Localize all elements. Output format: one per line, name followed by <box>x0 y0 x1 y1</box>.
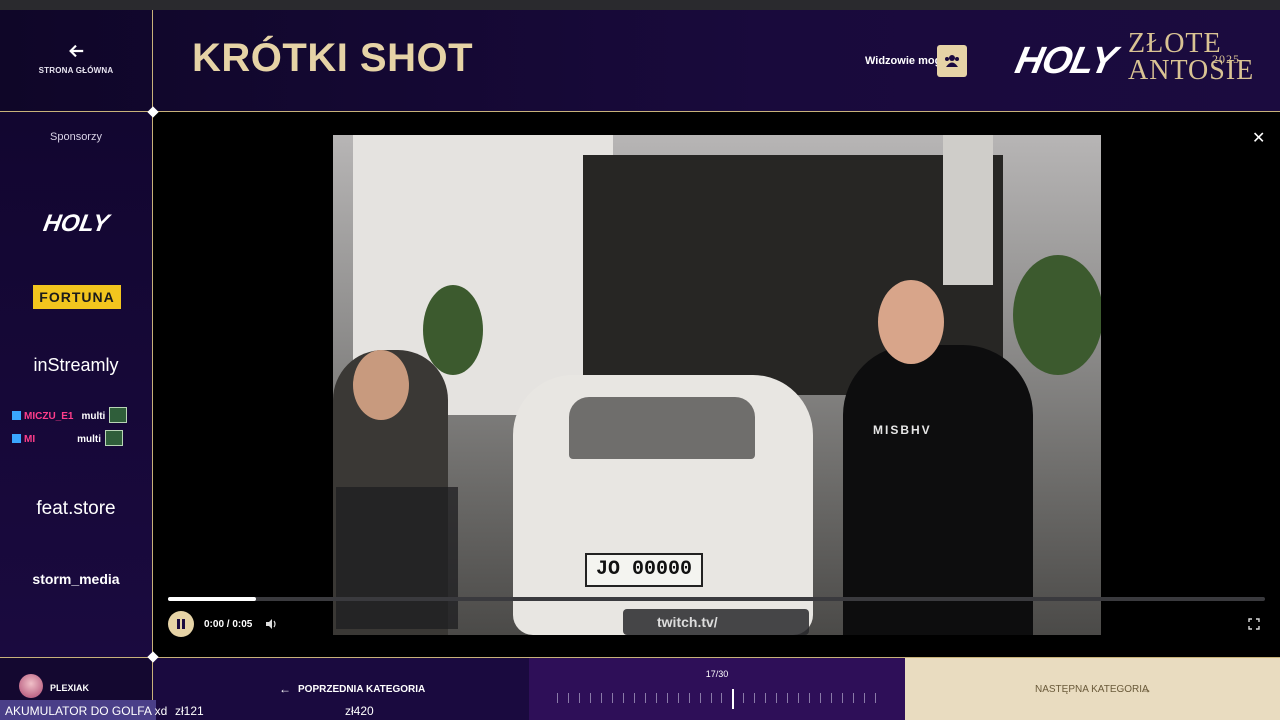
license-plate: JO 00000 <box>585 553 703 587</box>
category-tick[interactable] <box>644 693 646 703</box>
chat-user: MI <box>24 434 36 445</box>
category-tick[interactable] <box>776 693 778 703</box>
viewers-button[interactable] <box>937 45 967 77</box>
person-head <box>878 280 944 364</box>
category-counter: 17/30 <box>705 669 729 679</box>
next-category-label: NASTĘPNA KATEGORIA <box>1035 684 1149 695</box>
category-tick[interactable] <box>633 693 635 703</box>
sponsors-label: Sponsorzy <box>50 131 102 143</box>
car-window <box>569 397 755 459</box>
previous-category-button[interactable]: ← POPRZEDNIA KATEGORIA <box>153 657 529 720</box>
category-tick[interactable] <box>677 693 679 703</box>
category-navigator: 17/30 <box>529 657 905 720</box>
user-name: PLEXIAK <box>50 683 90 693</box>
users-icon <box>945 55 959 67</box>
category-tick[interactable] <box>655 693 657 703</box>
person <box>843 345 1033 635</box>
sponsor-stormmedia-logo: storm_media <box>32 571 120 587</box>
sponsor-featstore-logo: feat.store <box>36 498 116 519</box>
category-tick[interactable] <box>765 693 767 703</box>
chat-badge-icon <box>109 407 128 423</box>
category-tick[interactable] <box>688 693 690 703</box>
category-tick[interactable] <box>787 693 789 703</box>
header-divider <box>152 10 153 112</box>
arrow-right-icon: → <box>1140 682 1152 696</box>
avatar <box>19 674 43 698</box>
category-tick[interactable] <box>809 693 811 703</box>
sponsor-fortuna-logo: FORTUNA <box>33 285 121 309</box>
arrow-left-icon: ← <box>279 682 291 696</box>
tree <box>423 285 483 375</box>
category-tick[interactable] <box>864 693 866 703</box>
person-head <box>353 350 409 420</box>
category-tick[interactable] <box>842 693 844 703</box>
home-label: STRONA GŁÓWNA <box>38 66 114 75</box>
category-tick[interactable] <box>798 693 800 703</box>
category-tick[interactable] <box>622 693 624 703</box>
donation-amount: zł121 <box>175 704 204 718</box>
viewers-label: Widzowie mogą <box>865 55 948 67</box>
chat-line: MICZU_E1 multi <box>12 407 128 423</box>
chat-message: multi <box>81 411 106 422</box>
award-year: 2025 <box>1212 52 1240 66</box>
category-tick[interactable] <box>578 693 580 703</box>
twitch-icon <box>12 411 21 420</box>
chat-message: multi <box>77 434 101 445</box>
category-tick[interactable] <box>557 693 558 703</box>
page-title: KRÓTKI SHOT <box>192 36 474 80</box>
category-tick[interactable] <box>611 693 613 703</box>
category-tick[interactable] <box>600 693 602 703</box>
building <box>943 135 993 285</box>
holy-logo: HOLY <box>1011 40 1120 82</box>
chat-user: MICZU_E1 <box>24 411 74 422</box>
video-frame[interactable]: JO 00000 MISBHV twitch.tv/ <box>333 135 1101 635</box>
category-tick[interactable] <box>710 693 712 703</box>
category-tick[interactable] <box>831 693 833 703</box>
volume-icon[interactable] <box>264 617 278 631</box>
video-progress-fill <box>168 597 256 601</box>
category-tick[interactable] <box>754 693 756 703</box>
sponsor-holy-logo: HOLY <box>41 210 111 237</box>
category-tick[interactable] <box>853 693 855 703</box>
category-tick[interactable] <box>666 693 668 703</box>
award-logo: ZŁOTE ANTOSIE 2025 <box>1128 30 1254 85</box>
arrow-left-icon <box>69 44 84 58</box>
twitch-watermark: twitch.tv/ <box>623 609 809 635</box>
category-tick[interactable] <box>699 693 701 703</box>
fullscreen-icon[interactable] <box>1248 618 1260 630</box>
category-tick[interactable] <box>743 693 745 703</box>
category-ticks[interactable] <box>557 689 877 709</box>
video-time: 0:00 / 0:05 <box>204 619 253 630</box>
previous-category-label: POPRZEDNIA KATEGORIA <box>298 684 426 695</box>
category-tick-current[interactable] <box>732 689 735 709</box>
browser-bookmark-strip <box>0 0 1280 10</box>
home-button[interactable]: STRONA GŁÓWNA <box>0 10 152 112</box>
pause-icon <box>177 619 185 629</box>
chat-line: MI multi <box>12 430 123 446</box>
video-progress-bar[interactable] <box>168 597 1265 601</box>
category-tick[interactable] <box>589 693 591 703</box>
category-tick[interactable] <box>820 693 822 703</box>
tree <box>1013 255 1101 375</box>
sponsor-instreamly-logo: inStreamly <box>33 355 119 375</box>
donation-amount: zł420 <box>345 704 374 718</box>
category-tick[interactable] <box>721 693 723 703</box>
close-icon[interactable]: ✕ <box>1252 128 1265 148</box>
stream-chat-overlay <box>336 487 458 629</box>
chat-badge-icon <box>105 430 123 446</box>
category-tick[interactable] <box>875 693 876 703</box>
shirt-text: MISBHV <box>873 423 932 437</box>
category-tick[interactable] <box>567 693 569 703</box>
next-category-button[interactable]: NASTĘPNA KATEGORIA → <box>905 657 1280 720</box>
donation-text: AKUMULATOR DO GOLFA xd <box>5 704 168 718</box>
pause-button[interactable] <box>168 611 194 637</box>
twitch-icon <box>12 434 21 443</box>
